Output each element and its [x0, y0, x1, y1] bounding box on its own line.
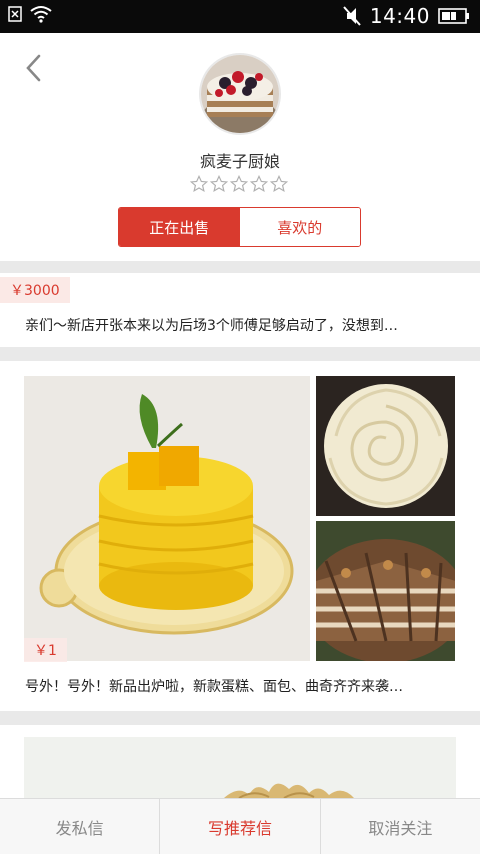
price-tag: ￥3000 [0, 277, 70, 303]
rating-stars [190, 175, 288, 193]
profile-name: 疯麦子厨娘 [199, 152, 280, 171]
status-time: 14:40 [369, 4, 430, 28]
chocolate-layer-cake-image [316, 521, 455, 661]
profile-header: 疯麦子厨娘 正在出售 喜欢的 [0, 33, 480, 261]
star-icon [250, 175, 268, 193]
post-text: 号外！号外！新品出炉啦，新款蛋糕、面包、曲奇齐齐来袭… [25, 679, 403, 695]
price-tag: ￥1 [24, 638, 67, 662]
post-card[interactable]: ￥3000 亲们～新店开张本来以为后场3个师傅足够启动了，没想到… [0, 273, 480, 347]
star-icon [210, 175, 228, 193]
bottom-action-bar: 发私信 写推荐信 取消关注 [0, 798, 480, 854]
star-icon [270, 175, 288, 193]
chevron-left-icon [26, 54, 41, 82]
cream-rose-cupcake-image [316, 376, 455, 516]
battery-icon [438, 8, 469, 24]
tab-bar: 正在出售 喜欢的 [118, 207, 361, 247]
status-bar: 14:40 [0, 0, 480, 33]
mango-mousse-cake-image [24, 376, 310, 661]
tab-liked[interactable]: 喜欢的 [239, 208, 360, 246]
post-image-small[interactable] [316, 521, 455, 661]
send-message-button[interactable]: 发私信 [0, 799, 159, 854]
back-button[interactable] [18, 51, 48, 85]
post-image-main[interactable] [24, 376, 310, 661]
unfollow-button[interactable]: 取消关注 [319, 799, 480, 854]
pastry-partial-image [24, 737, 456, 798]
post-image-small[interactable] [316, 376, 455, 516]
star-icon [190, 175, 208, 193]
wifi-icon [30, 6, 52, 23]
post-text: 亲们～新店开张本来以为后场3个师傅足够启动了，没想到… [25, 318, 398, 334]
avatar[interactable] [199, 53, 281, 135]
notification-icon [8, 6, 22, 22]
post-card[interactable]: ￥1 号外！号外！新品出炉啦，新款蛋糕、面包、曲奇齐齐来袭… [0, 361, 480, 711]
tab-on-sale[interactable]: 正在出售 [119, 208, 240, 246]
write-recommendation-button[interactable]: 写推荐信 [159, 799, 319, 854]
post-image-main[interactable] [24, 737, 456, 798]
mute-icon [343, 6, 361, 26]
cake-avatar-image [201, 55, 279, 133]
star-icon [230, 175, 248, 193]
post-card[interactable] [0, 725, 480, 798]
